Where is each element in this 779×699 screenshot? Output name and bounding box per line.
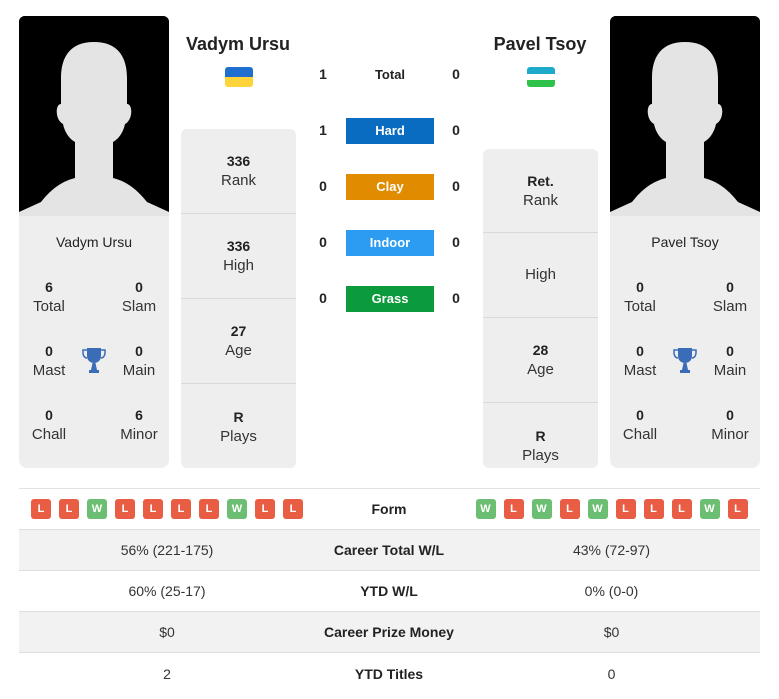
player1-form: LLWLLLLWLL: [19, 499, 315, 519]
player-silhouette-icon: [19, 16, 169, 216]
player2-value: $0: [603, 624, 620, 640]
titles-slam: 0 Slam: [712, 279, 748, 315]
trophy-icon: [82, 348, 106, 373]
surface-indoor-button[interactable]: Indoor: [346, 230, 434, 256]
player2-form: WLWLWLLLWL: [463, 499, 760, 519]
player2-titles-card: Pavel Tsoy 0 Total 0 Slam 0 Mast 0 Main 0 Cha…: [610, 216, 760, 468]
surface-clay-button[interactable]: Clay: [346, 174, 434, 200]
stat-rank: 336 Rank: [181, 129, 296, 214]
form-row: LLWLLLLWLL Form WLWLWLLLWL: [19, 489, 760, 530]
form-loss-badge[interactable]: L: [143, 499, 163, 519]
player1-value: 56% (221-175): [120, 542, 214, 558]
form-loss-badge[interactable]: L: [503, 499, 524, 519]
form-win-badge[interactable]: W: [475, 499, 496, 519]
player2-value: 0: [607, 665, 616, 682]
titles-mast: 0 Mast: [32, 343, 66, 379]
table-row: 56% (221-175) Career Total W/L 43% (72-9…: [19, 530, 760, 571]
uzbekistan-flag-icon: [527, 67, 555, 87]
form-loss-badge[interactable]: L: [671, 499, 692, 519]
h2h-row-hard: 1 Hard 0: [305, 116, 475, 146]
ukraine-flag-icon: [225, 67, 253, 87]
titles-total: 0 Total: [624, 279, 656, 315]
form-loss-badge[interactable]: L: [59, 499, 79, 519]
form-win-badge[interactable]: W: [87, 499, 107, 519]
surface-total-label: Total: [374, 67, 406, 82]
player1-name-link[interactable]: Vadym Ursu: [158, 34, 318, 55]
form-loss-badge[interactable]: L: [615, 499, 636, 519]
table-row: 2 YTD Titles 0: [19, 653, 760, 694]
form-win-badge[interactable]: W: [587, 499, 608, 519]
form-loss-badge[interactable]: L: [255, 499, 275, 519]
player2-photo: [610, 16, 760, 216]
player2-name-link[interactable]: Pavel Tsoy: [460, 34, 620, 55]
player1-stats-panel: 336 Rank 336 High 27 Age R Plays: [181, 129, 296, 468]
h2h-row-indoor: 0 Indoor 0: [305, 228, 475, 258]
table-row: $0 Career Prize Money $0: [19, 612, 760, 653]
comparison-table: LLWLLLLWLL Form WLWLWLLLWL 56% (221-175)…: [19, 488, 760, 694]
row-label: Career Total W/L: [333, 542, 445, 558]
form-loss-badge[interactable]: L: [171, 499, 191, 519]
form-loss-badge[interactable]: L: [283, 499, 303, 519]
titles-total: 6 Total: [33, 279, 65, 315]
titles-minor: 0 Minor: [711, 407, 749, 443]
titles-minor: 6 Minor: [120, 407, 158, 443]
form-loss-badge[interactable]: L: [559, 499, 580, 519]
row-label: Career Prize Money: [324, 624, 454, 640]
form-win-badge[interactable]: W: [227, 499, 247, 519]
surface-grass-button[interactable]: Grass: [346, 286, 434, 312]
player1-titles-card: Vadym Ursu 6 Total 0 Slam 0 Mast 0 Main 0 Cha…: [19, 216, 169, 468]
stat-age: 28 Age: [483, 318, 598, 403]
surface-hard-button[interactable]: Hard: [346, 118, 434, 144]
stat-age: 27 Age: [181, 299, 296, 384]
form-win-badge[interactable]: W: [531, 499, 552, 519]
stat-high: 336 High: [181, 214, 296, 299]
form-loss-badge[interactable]: L: [115, 499, 135, 519]
stat-high: High: [483, 233, 598, 318]
form-label: Form: [371, 501, 407, 517]
player2-value: 0% (0-0): [584, 583, 639, 599]
stat-plays: R Plays: [220, 408, 257, 445]
form-loss-badge[interactable]: L: [727, 499, 748, 519]
titles-main: 0 Main: [122, 343, 156, 379]
player1-value: 2: [163, 665, 171, 682]
player2-stats-panel: Ret. Rank High 28 Age R Plays: [483, 149, 598, 468]
form-win-badge[interactable]: W: [699, 499, 720, 519]
row-label: YTD W/L: [360, 583, 418, 599]
player1-photo: [19, 16, 169, 216]
player1-value: $0: [159, 624, 175, 640]
row-label: YTD Titles: [354, 665, 424, 682]
player1-value: 60% (25-17): [128, 583, 206, 599]
titles-chall: 0 Chall: [31, 407, 67, 443]
player2-value: 43% (72-97): [572, 542, 651, 558]
titles-chall: 0 Chall: [622, 407, 658, 443]
form-loss-badge[interactable]: L: [643, 499, 664, 519]
form-loss-badge[interactable]: L: [199, 499, 219, 519]
titles-mast: 0 Mast: [623, 343, 657, 379]
stat-rank: Ret. Rank: [483, 149, 598, 233]
h2h-row-total: 1 Total 0: [305, 60, 475, 90]
form-loss-badge[interactable]: L: [31, 499, 51, 519]
stat-plays: R Plays: [522, 427, 559, 464]
h2h-row-grass: 0 Grass 0: [305, 284, 475, 314]
titles-main: 0 Main: [713, 343, 747, 379]
h2h-row-clay: 0 Clay 0: [305, 172, 475, 202]
trophy-icon: [673, 348, 697, 373]
titles-slam: 0 Slam: [121, 279, 157, 315]
player-silhouette-icon: [610, 16, 760, 216]
player1-card-name: Vadym Ursu: [56, 234, 132, 250]
table-row: 60% (25-17) YTD W/L 0% (0-0): [19, 571, 760, 612]
player2-card-name: Pavel Tsoy: [651, 234, 719, 250]
